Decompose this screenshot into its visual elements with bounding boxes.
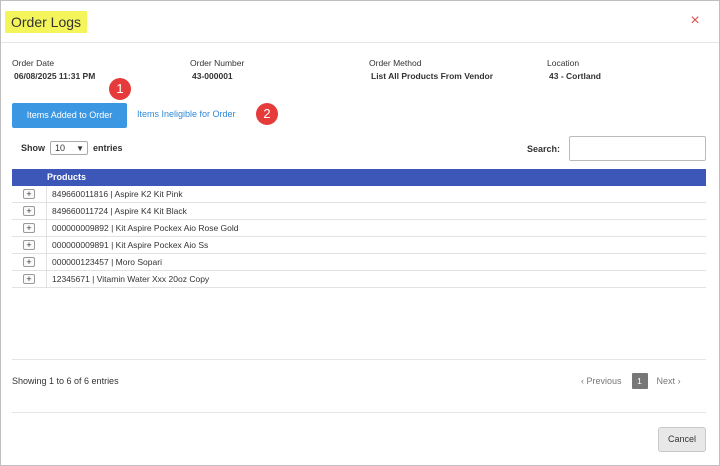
show-label: Show: [21, 143, 45, 153]
plus-icon[interactable]: +: [23, 274, 35, 284]
plus-icon[interactable]: +: [23, 223, 35, 233]
entries-label: entries: [93, 143, 123, 153]
search-input[interactable]: [569, 136, 706, 161]
product-cell: 849660011724 | Aspire K4 Kit Black: [52, 206, 187, 216]
table-header: Products: [12, 169, 706, 186]
step-badge-2: 2: [256, 103, 278, 125]
plus-icon[interactable]: +: [23, 206, 35, 216]
page-size-value: 10: [55, 143, 66, 153]
tab-items-added-to-order[interactable]: Items Added to Order: [12, 103, 127, 128]
plus-icon[interactable]: +: [23, 240, 35, 250]
order-method-label: Order Method: [369, 58, 422, 68]
table-info: Showing 1 to 6 of 6 entries: [12, 376, 119, 386]
expand-column-header: [12, 169, 47, 186]
page-size-select[interactable]: 10 ▼: [50, 141, 88, 155]
chevron-right-icon: ›: [677, 376, 681, 386]
order-logs-modal: Order Logs × Order Date 06/08/2025 11:31…: [0, 0, 720, 466]
order-number-field: Order Number 43-000001: [190, 58, 244, 81]
footer-divider: [12, 412, 706, 413]
plus-icon[interactable]: +: [23, 257, 35, 267]
modal-header: Order Logs ×: [1, 1, 719, 43]
modal-title: Order Logs: [5, 11, 88, 33]
search-label: Search:: [527, 144, 561, 154]
next-button[interactable]: Next ›: [657, 376, 681, 386]
previous-button[interactable]: ‹ Previous: [581, 376, 622, 386]
order-number-label: Order Number: [190, 58, 245, 68]
table-row: + 000000009892 | Kit Aspire Pockex Aio R…: [12, 219, 706, 237]
order-method-value: List All Products From Vendor: [371, 71, 494, 81]
product-cell: 000000123457 | Moro Sopari: [52, 257, 162, 267]
table-row: + 000000009891 | Kit Aspire Pockex Aio S…: [12, 236, 706, 254]
location-field: Location 43 - Cortland: [547, 58, 601, 81]
location-label: Location: [547, 58, 580, 68]
pagination: ‹ Previous 1 Next ›: [581, 373, 681, 389]
order-number-value: 43-000001: [192, 71, 233, 81]
cancel-button[interactable]: Cancel: [658, 427, 706, 452]
tab-items-ineligible-for-order[interactable]: Items Ineligible for Order: [137, 109, 236, 119]
product-cell: 849660011816 | Aspire K2 Kit Pink: [52, 189, 183, 199]
step-badge-1: 1: [109, 78, 131, 100]
order-date-value: 06/08/2025 11:31 PM: [14, 71, 96, 81]
page-button-current[interactable]: 1: [631, 373, 648, 389]
order-date-field: Order Date 06/08/2025 11:31 PM: [12, 58, 95, 81]
divider: [12, 359, 706, 360]
product-cell: 000000009891 | Kit Aspire Pockex Aio Ss: [52, 240, 209, 250]
order-method-field: Order Method List All Products From Vend…: [369, 58, 493, 81]
chevron-down-icon: ▼: [76, 143, 84, 153]
products-column-header[interactable]: Products: [47, 169, 86, 186]
product-cell: 12345671 | Vitamin Water Xxx 20oz Copy: [52, 274, 210, 284]
page-size-control: Show 10 ▼ entries: [21, 141, 123, 155]
order-date-label: Order Date: [12, 58, 55, 68]
plus-icon[interactable]: +: [23, 189, 35, 199]
table-row: + 000000123457 | Moro Sopari: [12, 253, 706, 271]
close-icon[interactable]: ×: [687, 13, 703, 29]
table-row: + 849660011816 | Aspire K2 Kit Pink: [12, 185, 706, 203]
product-cell: 000000009892 | Kit Aspire Pockex Aio Ros…: [52, 223, 239, 233]
table-row: + 849660011724 | Aspire K4 Kit Black: [12, 202, 706, 220]
products-table: Products + 849660011816 | Aspire K2 Kit …: [12, 169, 706, 288]
chevron-left-icon: ‹: [581, 376, 584, 386]
table-row: + 12345671 | Vitamin Water Xxx 20oz Copy: [12, 270, 706, 288]
location-value: 43 - Cortland: [549, 71, 601, 81]
